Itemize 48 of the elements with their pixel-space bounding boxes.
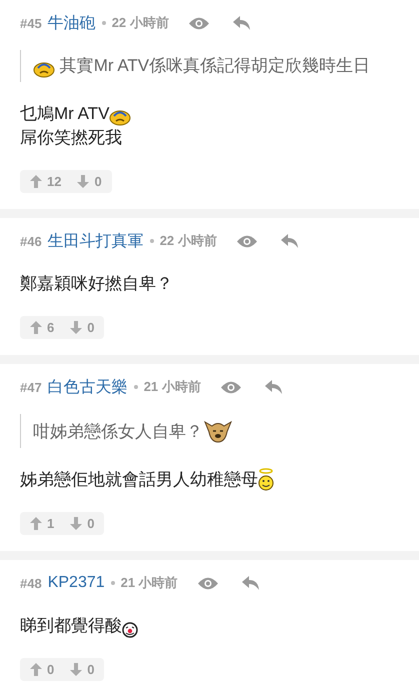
reply-icon[interactable] xyxy=(232,16,250,30)
sweat-face-icon xyxy=(33,60,55,78)
quote-text: 咁姊弟戀係女人自卑？ xyxy=(33,421,203,443)
post-time: 21 小時前 xyxy=(144,378,201,396)
eye-icon[interactable] xyxy=(236,234,257,248)
message-text: 鄭嘉穎咪好撚自卑？ xyxy=(20,273,173,295)
message-text: 屌你笑撚死我 xyxy=(20,127,122,149)
down-arrow-icon[interactable] xyxy=(77,175,90,188)
post-number: #48 xyxy=(20,576,42,590)
post-time: 21 小時前 xyxy=(120,574,178,592)
post-time: 22 小時前 xyxy=(112,14,169,32)
post-time: 22 小時前 xyxy=(160,232,217,250)
downvote-count: 0 xyxy=(94,174,102,189)
separator-dot-icon xyxy=(134,385,138,389)
angel-face-icon xyxy=(258,468,274,492)
quote-text: 其實Mr ATV係咪真係記得胡定欣幾時生日 xyxy=(58,55,370,77)
down-arrow-icon[interactable] xyxy=(70,663,82,676)
downvote-count: 0 xyxy=(87,320,94,335)
sweat-face-icon xyxy=(109,108,132,126)
clown-face-icon xyxy=(122,622,138,638)
upvote-count: 0 xyxy=(47,662,54,677)
author-link[interactable]: 牛油砲 xyxy=(48,12,96,34)
upvote-count: 1 xyxy=(47,516,54,531)
down-arrow-icon[interactable] xyxy=(70,517,82,530)
message-text: 姊弟戀佢地就會話男人幼稚戀母 xyxy=(20,469,258,491)
reply-icon[interactable] xyxy=(280,234,298,248)
upvote-count: 6 xyxy=(47,320,54,335)
post-number: #47 xyxy=(20,380,42,394)
author-link[interactable]: KP2371 xyxy=(48,574,105,592)
separator-dot-icon xyxy=(110,581,115,585)
separator-dot-icon xyxy=(102,21,106,25)
eye-icon[interactable] xyxy=(220,380,241,394)
separator-dot-icon xyxy=(150,239,154,243)
downvote-count: 0 xyxy=(87,662,94,677)
post-number: #46 xyxy=(20,234,42,248)
reply-icon[interactable] xyxy=(242,576,259,590)
eye-icon[interactable] xyxy=(188,16,209,30)
author-link[interactable]: 白色古天樂 xyxy=(48,376,128,398)
dog-face-icon xyxy=(203,418,233,444)
author-link[interactable]: 生田斗打真軍 xyxy=(48,230,144,252)
eye-icon[interactable] xyxy=(198,576,218,590)
message-text: 睇到都覺得酸 xyxy=(20,615,122,637)
post-number: #45 xyxy=(20,16,42,30)
upvote-count: 12 xyxy=(47,174,62,189)
message-text: 乜鳩Mr ATV xyxy=(20,103,110,125)
reply-icon[interactable] xyxy=(264,380,282,394)
downvote-count: 0 xyxy=(87,516,94,531)
down-arrow-icon[interactable] xyxy=(70,321,82,334)
